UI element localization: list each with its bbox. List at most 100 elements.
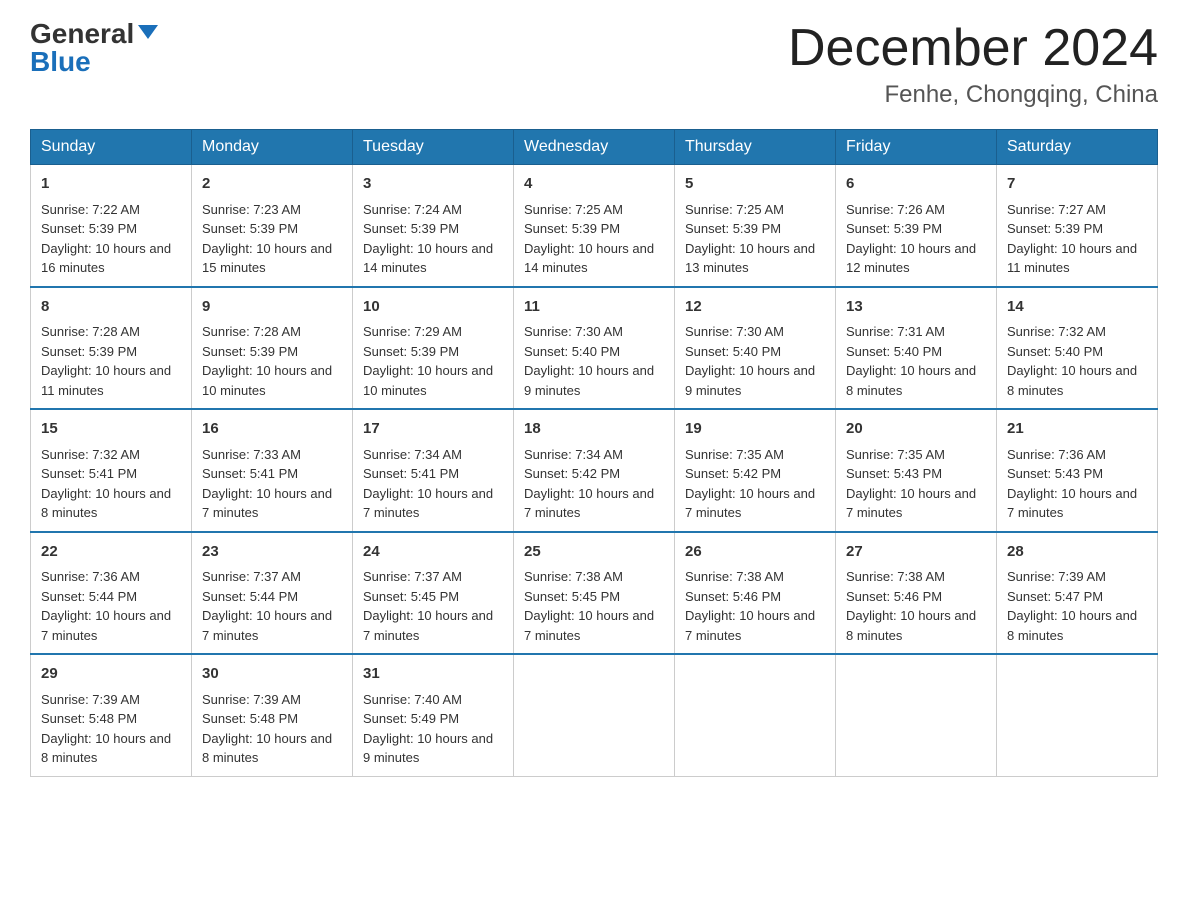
calendar-cell: 9 Sunrise: 7:28 AM Sunset: 5:39 PM Dayli… bbox=[192, 287, 353, 410]
day-number: 15 bbox=[41, 418, 181, 441]
daylight-info: Daylight: 10 hours and 11 minutes bbox=[1007, 241, 1137, 276]
calendar-cell: 3 Sunrise: 7:24 AM Sunset: 5:39 PM Dayli… bbox=[353, 165, 514, 287]
daylight-info: Daylight: 10 hours and 9 minutes bbox=[363, 731, 493, 766]
calendar-cell: 4 Sunrise: 7:25 AM Sunset: 5:39 PM Dayli… bbox=[514, 165, 675, 287]
day-number: 21 bbox=[1007, 418, 1147, 441]
day-number: 8 bbox=[41, 296, 181, 319]
calendar-cell: 17 Sunrise: 7:34 AM Sunset: 5:41 PM Dayl… bbox=[353, 409, 514, 532]
daylight-info: Daylight: 10 hours and 8 minutes bbox=[202, 731, 332, 766]
calendar-cell: 18 Sunrise: 7:34 AM Sunset: 5:42 PM Dayl… bbox=[514, 409, 675, 532]
sunset-info: Sunset: 5:47 PM bbox=[1007, 589, 1103, 604]
calendar-cell: 24 Sunrise: 7:37 AM Sunset: 5:45 PM Dayl… bbox=[353, 532, 514, 655]
weekday-header-saturday: Saturday bbox=[997, 130, 1158, 165]
day-number: 22 bbox=[41, 541, 181, 564]
daylight-info: Daylight: 10 hours and 16 minutes bbox=[41, 241, 171, 276]
sunset-info: Sunset: 5:48 PM bbox=[202, 711, 298, 726]
day-number: 6 bbox=[846, 173, 986, 196]
sunset-info: Sunset: 5:39 PM bbox=[846, 221, 942, 236]
week-row-2: 8 Sunrise: 7:28 AM Sunset: 5:39 PM Dayli… bbox=[31, 287, 1158, 410]
logo-general-text: General bbox=[30, 20, 134, 48]
sunrise-info: Sunrise: 7:28 AM bbox=[41, 324, 140, 339]
sunset-info: Sunset: 5:40 PM bbox=[524, 344, 620, 359]
sunset-info: Sunset: 5:41 PM bbox=[202, 466, 298, 481]
sunrise-info: Sunrise: 7:25 AM bbox=[524, 202, 623, 217]
sunset-info: Sunset: 5:44 PM bbox=[202, 589, 298, 604]
calendar-cell: 19 Sunrise: 7:35 AM Sunset: 5:42 PM Dayl… bbox=[675, 409, 836, 532]
location-title: Fenhe, Chongqing, China bbox=[788, 81, 1158, 109]
sunrise-info: Sunrise: 7:35 AM bbox=[685, 447, 784, 462]
logo-blue-text: Blue bbox=[30, 48, 91, 76]
sunrise-info: Sunrise: 7:40 AM bbox=[363, 692, 462, 707]
day-number: 2 bbox=[202, 173, 342, 196]
day-number: 20 bbox=[846, 418, 986, 441]
sunset-info: Sunset: 5:48 PM bbox=[41, 711, 137, 726]
day-number: 27 bbox=[846, 541, 986, 564]
calendar-table: SundayMondayTuesdayWednesdayThursdayFrid… bbox=[30, 129, 1158, 777]
calendar-cell: 28 Sunrise: 7:39 AM Sunset: 5:47 PM Dayl… bbox=[997, 532, 1158, 655]
sunrise-info: Sunrise: 7:37 AM bbox=[202, 569, 301, 584]
sunrise-info: Sunrise: 7:36 AM bbox=[41, 569, 140, 584]
daylight-info: Daylight: 10 hours and 13 minutes bbox=[685, 241, 815, 276]
day-number: 29 bbox=[41, 663, 181, 686]
calendar-cell: 12 Sunrise: 7:30 AM Sunset: 5:40 PM Dayl… bbox=[675, 287, 836, 410]
daylight-info: Daylight: 10 hours and 7 minutes bbox=[685, 486, 815, 521]
calendar-cell: 21 Sunrise: 7:36 AM Sunset: 5:43 PM Dayl… bbox=[997, 409, 1158, 532]
daylight-info: Daylight: 10 hours and 7 minutes bbox=[524, 486, 654, 521]
sunrise-info: Sunrise: 7:32 AM bbox=[1007, 324, 1106, 339]
sunrise-info: Sunrise: 7:26 AM bbox=[846, 202, 945, 217]
sunrise-info: Sunrise: 7:25 AM bbox=[685, 202, 784, 217]
daylight-info: Daylight: 10 hours and 8 minutes bbox=[846, 608, 976, 643]
sunrise-info: Sunrise: 7:38 AM bbox=[685, 569, 784, 584]
day-number: 3 bbox=[363, 173, 503, 196]
sunset-info: Sunset: 5:44 PM bbox=[41, 589, 137, 604]
day-number: 17 bbox=[363, 418, 503, 441]
sunrise-info: Sunrise: 7:31 AM bbox=[846, 324, 945, 339]
day-number: 30 bbox=[202, 663, 342, 686]
sunrise-info: Sunrise: 7:39 AM bbox=[202, 692, 301, 707]
weekday-header-sunday: Sunday bbox=[31, 130, 192, 165]
logo-triangle-icon bbox=[138, 25, 158, 39]
weekday-header-row: SundayMondayTuesdayWednesdayThursdayFrid… bbox=[31, 130, 1158, 165]
sunrise-info: Sunrise: 7:39 AM bbox=[1007, 569, 1106, 584]
sunset-info: Sunset: 5:40 PM bbox=[1007, 344, 1103, 359]
sunrise-info: Sunrise: 7:24 AM bbox=[363, 202, 462, 217]
calendar-cell: 16 Sunrise: 7:33 AM Sunset: 5:41 PM Dayl… bbox=[192, 409, 353, 532]
sunset-info: Sunset: 5:39 PM bbox=[363, 221, 459, 236]
daylight-info: Daylight: 10 hours and 9 minutes bbox=[524, 363, 654, 398]
daylight-info: Daylight: 10 hours and 7 minutes bbox=[363, 608, 493, 643]
sunset-info: Sunset: 5:40 PM bbox=[685, 344, 781, 359]
sunrise-info: Sunrise: 7:33 AM bbox=[202, 447, 301, 462]
daylight-info: Daylight: 10 hours and 10 minutes bbox=[202, 363, 332, 398]
sunset-info: Sunset: 5:39 PM bbox=[524, 221, 620, 236]
sunrise-info: Sunrise: 7:37 AM bbox=[363, 569, 462, 584]
calendar-cell: 5 Sunrise: 7:25 AM Sunset: 5:39 PM Dayli… bbox=[675, 165, 836, 287]
calendar-cell: 15 Sunrise: 7:32 AM Sunset: 5:41 PM Dayl… bbox=[31, 409, 192, 532]
daylight-info: Daylight: 10 hours and 7 minutes bbox=[202, 608, 332, 643]
day-number: 16 bbox=[202, 418, 342, 441]
daylight-info: Daylight: 10 hours and 7 minutes bbox=[41, 608, 171, 643]
calendar-cell: 10 Sunrise: 7:29 AM Sunset: 5:39 PM Dayl… bbox=[353, 287, 514, 410]
day-number: 11 bbox=[524, 296, 664, 319]
sunset-info: Sunset: 5:39 PM bbox=[1007, 221, 1103, 236]
day-number: 24 bbox=[363, 541, 503, 564]
sunrise-info: Sunrise: 7:30 AM bbox=[685, 324, 784, 339]
sunset-info: Sunset: 5:45 PM bbox=[363, 589, 459, 604]
sunrise-info: Sunrise: 7:22 AM bbox=[41, 202, 140, 217]
weekday-header-monday: Monday bbox=[192, 130, 353, 165]
calendar-cell bbox=[836, 654, 997, 776]
calendar-cell: 31 Sunrise: 7:40 AM Sunset: 5:49 PM Dayl… bbox=[353, 654, 514, 776]
week-row-1: 1 Sunrise: 7:22 AM Sunset: 5:39 PM Dayli… bbox=[31, 165, 1158, 287]
sunset-info: Sunset: 5:39 PM bbox=[202, 344, 298, 359]
day-number: 1 bbox=[41, 173, 181, 196]
calendar-cell: 14 Sunrise: 7:32 AM Sunset: 5:40 PM Dayl… bbox=[997, 287, 1158, 410]
calendar-cell: 23 Sunrise: 7:37 AM Sunset: 5:44 PM Dayl… bbox=[192, 532, 353, 655]
day-number: 12 bbox=[685, 296, 825, 319]
calendar-cell bbox=[675, 654, 836, 776]
day-number: 4 bbox=[524, 173, 664, 196]
weekday-header-wednesday: Wednesday bbox=[514, 130, 675, 165]
day-number: 19 bbox=[685, 418, 825, 441]
week-row-3: 15 Sunrise: 7:32 AM Sunset: 5:41 PM Dayl… bbox=[31, 409, 1158, 532]
sunrise-info: Sunrise: 7:34 AM bbox=[363, 447, 462, 462]
day-number: 10 bbox=[363, 296, 503, 319]
sunset-info: Sunset: 5:39 PM bbox=[685, 221, 781, 236]
